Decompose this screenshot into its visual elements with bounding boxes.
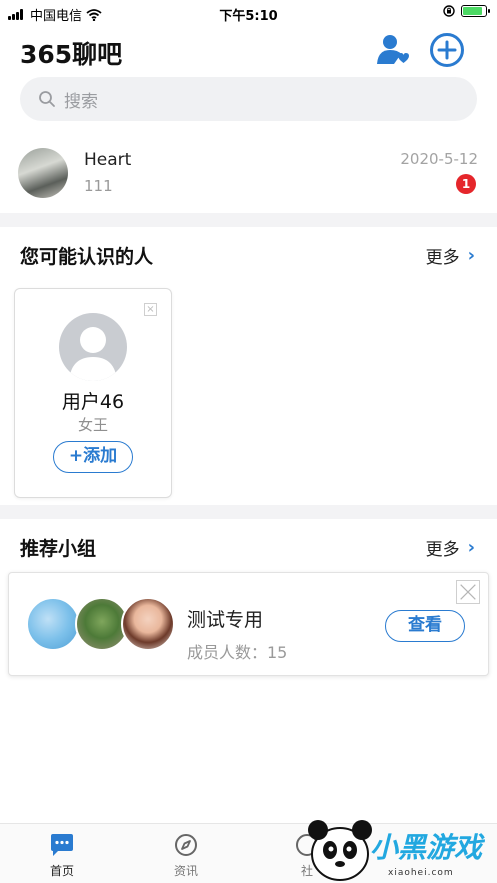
compass-icon	[175, 834, 197, 856]
section-divider	[0, 505, 497, 519]
person-role: 女王	[77, 416, 108, 434]
status-bar: 中国电信 下午5:10	[0, 0, 497, 26]
watermark-site: xiaohei.com	[388, 868, 454, 878]
search-input[interactable]: 搜索	[20, 77, 477, 121]
status-right	[443, 5, 490, 17]
group-name: 测试专用	[187, 609, 264, 631]
add-friend-button[interactable]: +添加	[53, 441, 133, 473]
search-placeholder: 搜索	[64, 91, 98, 112]
watermark-logo: 小黑游戏 xiaohei.com	[300, 806, 497, 883]
tab-label: 资讯	[173, 864, 198, 878]
chevron-right-icon: ›	[467, 245, 475, 266]
chat-date: 2020-5-12	[400, 150, 478, 168]
chat-name: Heart	[84, 150, 132, 170]
page-title: 365聊吧	[20, 40, 123, 69]
user-heart-icon[interactable]	[374, 32, 410, 68]
tab-news[interactable]: 资讯	[151, 832, 221, 879]
status-time: 下午5:10	[219, 9, 278, 24]
group-member-avatar	[26, 597, 80, 651]
close-icon[interactable]	[456, 580, 480, 604]
people-section-title: 您可能认识的人	[20, 246, 154, 268]
group-member-avatar	[121, 597, 175, 651]
people-more-link[interactable]: 更多 ›	[426, 243, 475, 268]
orientation-lock-icon	[443, 5, 455, 17]
group-member-count: 成员人数：15	[187, 643, 288, 662]
search-icon	[39, 91, 55, 107]
close-icon[interactable]: ×	[144, 303, 157, 316]
battery-icon	[461, 5, 490, 17]
groups-more-label: 更多	[425, 540, 460, 560]
battery-fill	[463, 7, 482, 15]
plus-circle-icon[interactable]	[429, 32, 465, 68]
header: 365聊吧	[0, 30, 497, 74]
tab-label: 首页	[49, 864, 74, 878]
chat-list-item[interactable]: Heart 111 2020-5-12 1	[0, 140, 497, 210]
chevron-right-icon: ›	[467, 537, 475, 558]
view-group-button[interactable]: 查看	[385, 610, 465, 642]
default-avatar-icon	[59, 313, 127, 381]
chat-last-message: 111	[84, 177, 113, 195]
unread-badge: 1	[456, 174, 476, 194]
person-name: 用户46	[61, 391, 125, 413]
groups-section-title: 推荐小组	[20, 538, 97, 560]
avatar	[18, 148, 68, 198]
groups-more-link[interactable]: 更多 ›	[426, 535, 475, 560]
tab-home[interactable]: 首页	[27, 832, 97, 879]
chat-bubble-icon	[51, 834, 73, 856]
people-more-label: 更多	[425, 248, 460, 268]
group-card[interactable]: 测试专用 成员人数：15 查看	[8, 572, 489, 676]
panda-icon	[308, 820, 372, 881]
person-card[interactable]: × 用户46 女王 +添加	[14, 288, 172, 498]
watermark-text: 小黑游戏	[370, 831, 483, 864]
section-divider	[0, 213, 497, 227]
